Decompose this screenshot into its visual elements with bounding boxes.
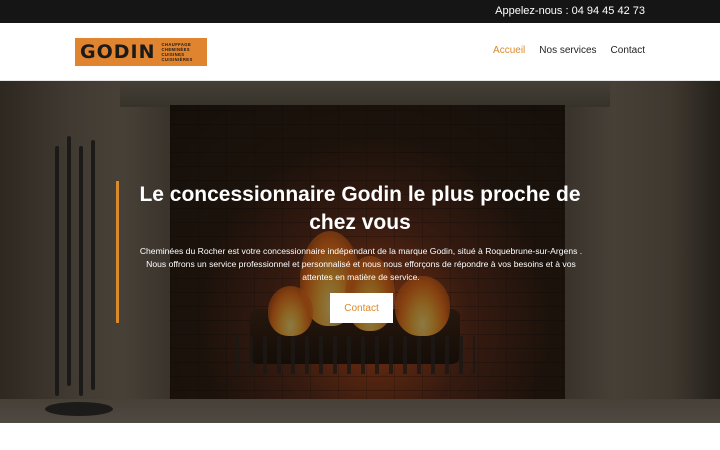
nav-item-contact[interactable]: Contact: [611, 45, 645, 56]
hero-headline: Le concessionnaire Godin le plus proche …: [139, 183, 581, 234]
hero-description: Cheminées du Rocher est votre concession…: [139, 246, 583, 282]
site-header: GODIN CHAUFFAGE CHEMINÉES CUISINES CUISI…: [0, 23, 720, 81]
phone-number[interactable]: Appelez-nous : 04 94 45 42 73: [495, 5, 645, 17]
main-nav: Accueil Nos services Contact: [493, 45, 645, 56]
contact-button[interactable]: Contact: [330, 293, 393, 323]
godin-logo[interactable]: GODIN CHAUFFAGE CHEMINÉES CUISINES CUISI…: [75, 38, 207, 66]
logo-taglines: CHAUFFAGE CHEMINÉES CUISINES CUISINIÈRES: [162, 42, 193, 62]
hero-accent-bar: [116, 181, 119, 323]
hero-section: Le concessionnaire Godin le plus proche …: [0, 81, 720, 423]
nav-item-nos-services[interactable]: Nos services: [539, 45, 596, 56]
nav-item-accueil[interactable]: Accueil: [493, 45, 525, 56]
top-bar: Appelez-nous : 04 94 45 42 73: [0, 0, 720, 23]
logo-brand: GODIN: [80, 41, 156, 63]
logo-tagline: CUISINIÈRES: [161, 57, 193, 62]
